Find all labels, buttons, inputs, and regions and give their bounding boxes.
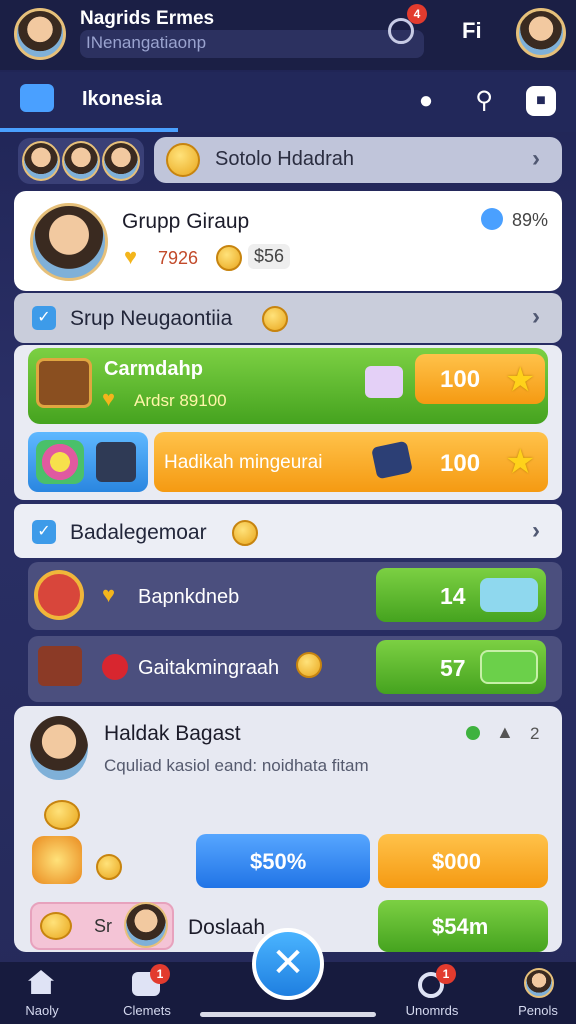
promo-label: Sotolo Hdadrah [215, 148, 354, 170]
gift-tag-label: Sr [94, 916, 112, 936]
nav-label-2[interactable]: Clemets [110, 1003, 184, 1018]
group-cash: $56 [248, 244, 291, 269]
chevron-right-icon[interactable]: › [532, 517, 540, 545]
small-avatar [124, 902, 168, 948]
profile-avatar[interactable] [516, 8, 566, 58]
stats-icon[interactable]: Fi [462, 18, 482, 44]
nav-badge-3: 1 [436, 964, 456, 984]
nav-badge-2: 1 [150, 964, 170, 984]
menu-icon[interactable]: ■ [526, 86, 556, 116]
section-1-title: Srup Neugaontiia [70, 307, 233, 330]
profile-card-avatar [30, 716, 88, 780]
coin-icon [166, 143, 200, 177]
group-percent: 89% [512, 210, 549, 230]
profile-nav-avatar[interactable] [524, 968, 554, 998]
apple-icon [102, 654, 128, 680]
chest-icon [36, 358, 92, 408]
star-icon: ★ [505, 443, 536, 481]
claim-1-title: Bapnkdneb [138, 586, 240, 608]
chevron-right-icon[interactable]: › [532, 303, 540, 331]
app-title: Nagrids Ermes [80, 8, 215, 29]
buy-blue-label: $50% [250, 849, 307, 874]
coin-stack-icon [44, 800, 80, 830]
reward-2-title: Hadikah mingeurai [164, 452, 323, 473]
safe-icon [96, 442, 136, 482]
reward-2-value: 100 [440, 450, 481, 477]
user-icon [481, 208, 503, 230]
bottom-row-label: Doslaah [188, 916, 266, 939]
heart-icon: ♥ [124, 244, 138, 269]
location-icon[interactable]: ● [411, 86, 441, 116]
reward-1-title: Carmdahp [104, 358, 203, 380]
friend-avatar-1 [22, 141, 60, 181]
coin-icon [296, 652, 322, 678]
coin-button-icon [480, 578, 538, 612]
group-title: Grupp Giraup [122, 210, 250, 233]
group-hearts: 7926 [158, 248, 199, 268]
online-dot-icon [466, 726, 480, 740]
nav-label-3[interactable]: Unomrds [394, 1003, 470, 1018]
heart-icon: ♥ [102, 582, 116, 607]
heart-icon: ♥ [102, 386, 116, 411]
reward-1-subtitle: Ardsr 89100 [134, 391, 227, 410]
checkbox-icon[interactable]: ✓ [32, 306, 56, 330]
buy-orange-label: $000 [432, 849, 481, 874]
tab-active[interactable]: Ikonesia [82, 88, 162, 111]
friend-avatar-3 [102, 141, 140, 181]
thumbs-up-icon[interactable]: ▲ [496, 722, 514, 743]
coin-icon [262, 306, 288, 332]
nav-label-1[interactable]: Naoly [10, 1003, 74, 1018]
coin-icon [216, 245, 242, 271]
buy-green-label: $54m [432, 914, 489, 939]
refresh-button-icon [480, 650, 538, 684]
user-avatar[interactable] [14, 8, 66, 60]
star-icon: ★ [505, 361, 536, 399]
claim-2-value: 57 [440, 655, 466, 681]
nav-label-4[interactable]: Penols [506, 1003, 570, 1018]
friend-avatar-2 [62, 141, 100, 181]
coin-icon [96, 854, 122, 880]
close-circle-icon [34, 570, 84, 620]
box-icon [38, 646, 82, 686]
section-2-title: Badalegemoar [70, 521, 207, 544]
claim-2-title: Gaitakmingraah [138, 657, 280, 679]
profile-name: Haldak Bagast [104, 722, 241, 745]
search-input[interactable]: INenangatiaonp [80, 30, 424, 58]
reward-1-value: 100 [440, 366, 481, 393]
group-avatar [30, 203, 108, 281]
search-icon[interactable]: ⚲ [469, 86, 499, 116]
claim-1-value: 14 [440, 583, 466, 609]
home-indicator [200, 1012, 376, 1017]
checkbox-icon[interactable]: ✓ [32, 520, 56, 544]
profile-stat: 2 [530, 724, 540, 743]
coin-icon [232, 520, 258, 546]
chat-icon [20, 84, 54, 112]
coin-icon [40, 912, 72, 940]
coin-bag-icon [32, 836, 82, 884]
gems-icon [36, 440, 84, 484]
notification-badge: 4 [407, 4, 427, 24]
tab-underline [0, 128, 178, 132]
chevron-right-icon[interactable]: › [532, 145, 540, 173]
gift-box-icon [365, 366, 403, 398]
profile-description: Cquliad kasiol eand: noidhata fitam [104, 756, 369, 775]
close-button[interactable]: ✕ [252, 928, 324, 1000]
